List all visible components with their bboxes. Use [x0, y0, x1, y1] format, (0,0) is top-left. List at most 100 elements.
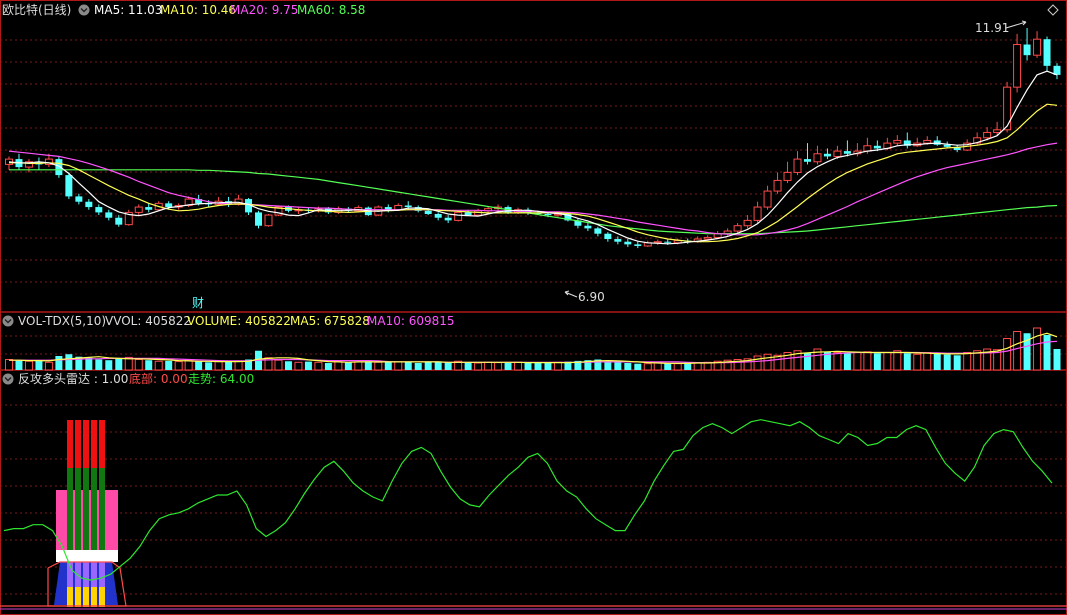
volume-bar [115, 358, 123, 370]
candle-body [105, 212, 113, 218]
signal-bar-green [91, 468, 97, 550]
candle-body [893, 139, 902, 144]
candle-body [394, 204, 403, 211]
low-price-marker: 6.90 [578, 290, 605, 304]
volume-bar [604, 361, 612, 370]
trend-label: 走势: 64.00 [188, 372, 254, 386]
volume-bar [145, 360, 153, 370]
volume-bar [753, 355, 762, 371]
chevron-down-icon[interactable] [2, 373, 14, 385]
volume-panel-header: VOL-TDX(5,10) VVOL: 405822 VOLUME: 40582… [2, 314, 455, 328]
volume-bar [374, 361, 383, 371]
signal-bar-red [75, 420, 81, 468]
volume-label: VOLUME: 405822 [187, 314, 291, 328]
signal-bar-red [99, 420, 105, 468]
candle-body [873, 145, 881, 149]
volume-bar [165, 360, 173, 370]
candle-body [1033, 38, 1042, 56]
signal-bar-yellow [83, 587, 89, 607]
candle-body [444, 217, 452, 221]
volume-ma5-label: MA5: 675828 [290, 314, 370, 328]
candle-body [255, 212, 263, 226]
volume-bar [693, 362, 702, 371]
volume-bar [673, 363, 682, 371]
volume-bar [843, 353, 851, 370]
volume-bar [833, 352, 842, 371]
candle-body [1003, 86, 1012, 131]
candle-body [85, 201, 93, 208]
volume-bar [1003, 338, 1012, 371]
signal-bar-green [75, 468, 81, 550]
candle-body [604, 233, 612, 240]
candle-body [763, 190, 772, 208]
volume-bar [624, 363, 632, 370]
volume-bar [394, 361, 403, 371]
chevron-down-icon[interactable] [78, 4, 90, 16]
chevron-down-icon[interactable] [2, 315, 14, 327]
volume-bar [205, 362, 213, 370]
volume-bar [55, 356, 63, 370]
volume-chart [4, 327, 1061, 371]
volume-bar [893, 350, 902, 371]
price-chart [4, 28, 1061, 249]
candle-body [803, 159, 811, 162]
candle-body [544, 213, 552, 216]
candle-body [664, 241, 672, 243]
volume-bar [324, 363, 332, 370]
candle-body [464, 212, 472, 216]
signal-bar-green [99, 468, 105, 550]
candle-body [594, 228, 602, 234]
volume-bar [105, 360, 113, 370]
candle-body [134, 206, 143, 213]
candle-body [75, 196, 83, 202]
volume-bar [24, 360, 33, 371]
candle-body [1013, 44, 1022, 88]
event-marker[interactable]: 财 [192, 296, 204, 310]
volume-bar [444, 362, 452, 370]
signal-bar-purple [91, 562, 97, 587]
volume-bar [963, 352, 972, 371]
volume-bar [195, 361, 203, 370]
candle-body [95, 207, 103, 213]
ma10-label: MA10: 10.46 [160, 3, 236, 17]
main-panel-header: 欧比特(日线) MA5: 11.03 MA10: 10.46 MA20: 9.7… [2, 2, 1059, 17]
volume-bar [304, 361, 312, 370]
window-close-icon[interactable] [1047, 4, 1059, 16]
volume-bar [923, 352, 932, 371]
volume-bar [44, 361, 53, 371]
candle-body [634, 244, 642, 246]
candle-body [833, 150, 842, 157]
signal-block-white [56, 550, 118, 562]
signal-bar-purple [83, 562, 89, 587]
volume-bar [384, 361, 392, 370]
volume-bar [15, 360, 23, 370]
stock-chart-window: 欧比特(日线) MA5: 11.03 MA10: 10.46 MA20: 9.7… [0, 0, 1067, 615]
ma60-label: MA60: 8.58 [297, 3, 365, 17]
volume-bar [404, 362, 412, 370]
volume-bar [544, 363, 552, 370]
volume-bar [913, 353, 922, 371]
signal-bar-red [67, 420, 73, 468]
candle-body [783, 171, 792, 181]
volume-bar [35, 360, 43, 370]
candle-body [584, 225, 592, 229]
volume-bar [863, 351, 872, 371]
chart-canvas[interactable]: 欧比特(日线) MA5: 11.03 MA10: 10.46 MA20: 9.7… [0, 0, 1067, 615]
volume-indicator-title: VOL-TDX(5,10) [18, 314, 106, 328]
panel-borders [0, 0, 1067, 615]
candle-body [813, 153, 822, 163]
candle-body [843, 151, 851, 154]
radar-indicator-title: 反攻多头雷达 : 1.00 [18, 372, 128, 386]
signal-bar-yellow [75, 587, 81, 607]
signal-bar-red [83, 420, 89, 468]
ma5-line [8, 70, 1058, 245]
volume-bar [464, 362, 472, 370]
candle-body [264, 214, 273, 227]
volume-bar [853, 352, 862, 371]
volume-bar [284, 361, 292, 370]
volume-bar [184, 360, 193, 371]
candle-body [454, 211, 463, 221]
vvol-label: VVOL: 405822 [105, 314, 191, 328]
candle-body [923, 139, 932, 144]
volume-bar [354, 361, 363, 371]
